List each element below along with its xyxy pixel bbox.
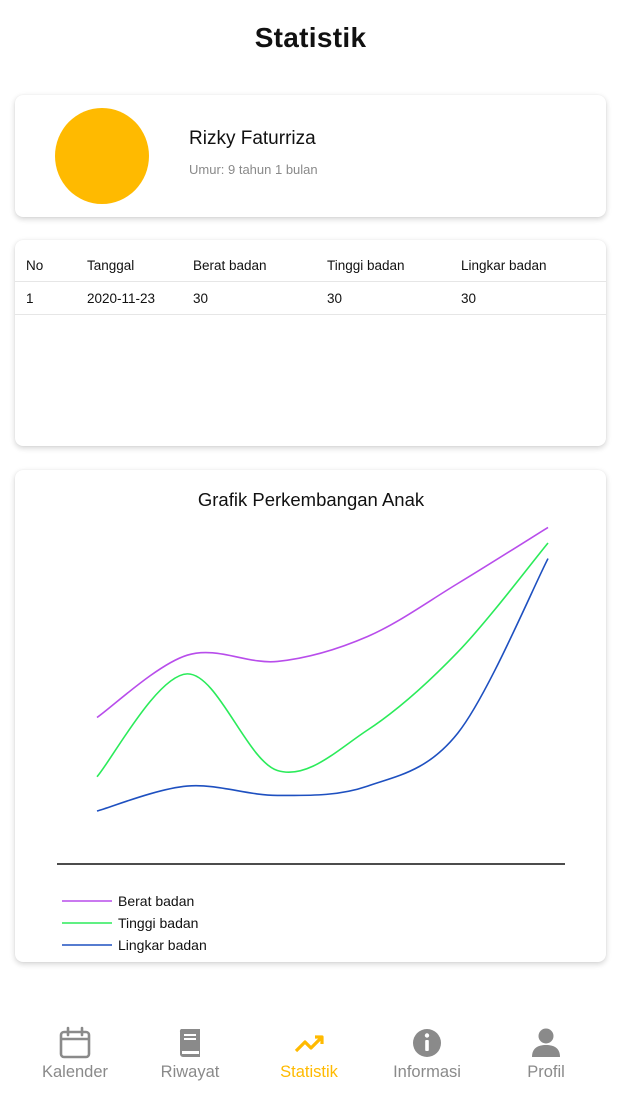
nav-item-informasi[interactable]: Informasi <box>368 1018 486 1082</box>
nav-item-riwayat[interactable]: Riwayat <box>131 1018 249 1082</box>
nav-item-statistik[interactable]: Statistik <box>250 1018 368 1082</box>
nav-label-statistik: Statistik <box>280 1063 338 1081</box>
avatar[interactable] <box>55 108 149 204</box>
column-header-lingkar: Lingkar badan <box>461 258 547 273</box>
profile-card: Rizky Faturriza Umur: 9 tahun 1 bulan <box>15 95 606 217</box>
growth-table: No Tanggal Berat badan Tinggi badan Ling… <box>15 240 606 446</box>
column-header-tinggi: Tinggi badan <box>327 258 405 273</box>
book-icon <box>179 1029 200 1057</box>
legend-item: Berat badan <box>62 893 194 909</box>
page-title: Statistik <box>254 22 367 53</box>
child-age: Umur: 9 tahun 1 bulan <box>189 162 318 177</box>
column-header-berat: Berat badan <box>193 258 267 273</box>
legend-item: Tinggi badan <box>62 915 198 931</box>
growth-chart-card: Grafik Perkembangan Anak Berat badan Ting… <box>15 470 606 962</box>
child-name: Rizky Faturriza <box>189 128 316 149</box>
series-line-3 <box>96 558 549 812</box>
column-header-tanggal: Tanggal <box>87 258 135 273</box>
nav-label-riwayat: Riwayat <box>160 1063 220 1081</box>
calendar-icon <box>59 1026 91 1059</box>
table-header-row: No Tanggal Berat badan Tinggi badan Ling… <box>15 249 606 282</box>
nav-label-kalender: Kalender <box>41 1063 109 1081</box>
nav-item-kalender[interactable]: Kalender <box>16 1018 134 1082</box>
cell-no: 1 <box>26 291 34 306</box>
cell-berat: 30 <box>193 291 209 306</box>
column-header-no: No <box>26 258 44 273</box>
legend-label: Berat badan <box>118 893 194 909</box>
nav-label-profil: Profil <box>527 1063 565 1081</box>
cell-tinggi: 30 <box>327 291 343 306</box>
chart-title: Grafik Perkembangan Anak <box>198 489 425 510</box>
series-line-2 <box>96 542 549 778</box>
table-row[interactable]: 1 2020-11-23 30 30 30 <box>15 282 606 315</box>
growth-chart: Grafik Perkembangan Anak Berat badan Ting… <box>57 489 565 953</box>
trending-up-icon <box>294 1035 324 1053</box>
legend-item: Lingkar badan <box>62 937 207 953</box>
legend-label: Lingkar badan <box>118 937 207 953</box>
bottom-navigation: Kalender Riwayat Statistik Informasi Pro… <box>0 1018 621 1104</box>
nav-label-informasi: Informasi <box>393 1063 461 1081</box>
series-line-1 <box>96 526 549 719</box>
cell-lingkar: 30 <box>461 291 477 306</box>
info-icon <box>413 1029 441 1057</box>
legend-label: Tinggi badan <box>118 915 198 931</box>
nav-item-profil[interactable]: Profil <box>487 1018 605 1082</box>
cell-tanggal: 2020-11-23 <box>87 291 156 306</box>
person-icon <box>532 1028 560 1057</box>
